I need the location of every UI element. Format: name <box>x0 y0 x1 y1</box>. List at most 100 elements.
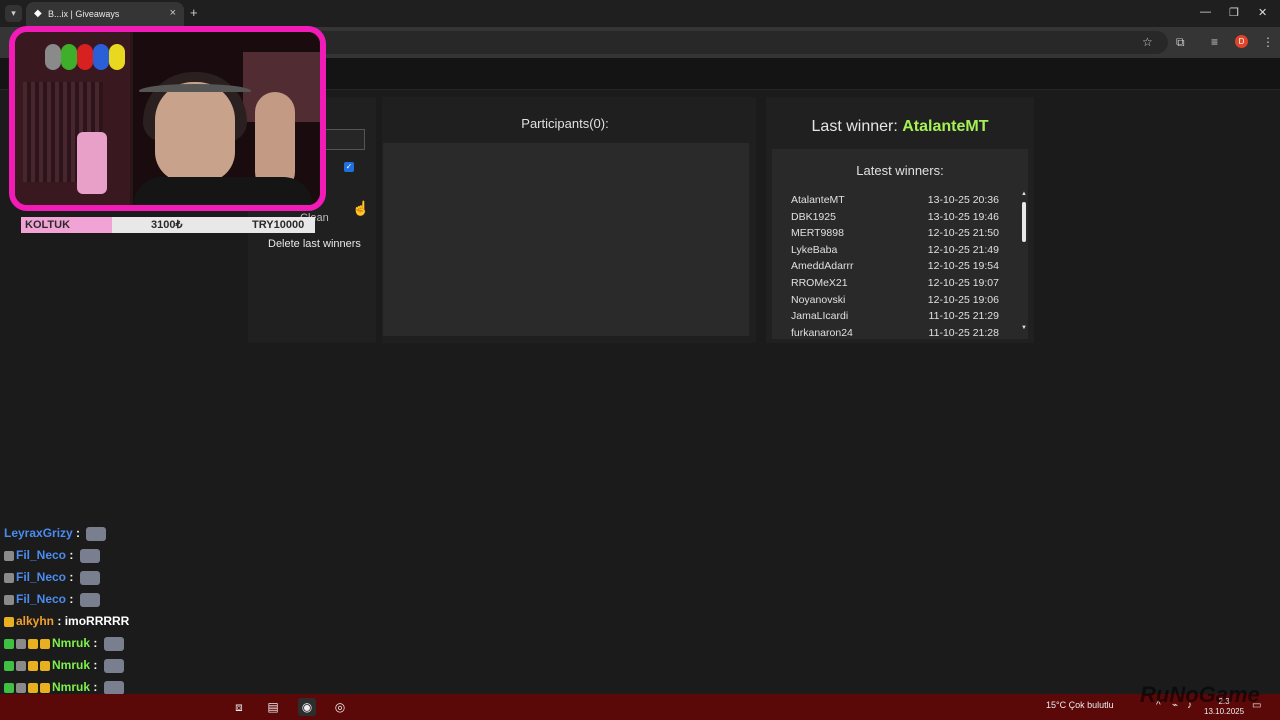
chat-username: Nmruk <box>52 658 91 672</box>
latest-winners-list[interactable]: AtalanteMT 13-10-25 20:36 DBK1925 13-10-25 … <box>791 192 1005 337</box>
latest-winners-box: Latest winners: AtalanteMT 13-10-25 20:36… <box>772 149 1028 339</box>
subscribers-only-checkbox[interactable]: ✓ <box>344 162 354 172</box>
webcam-overlay <box>9 26 326 211</box>
winner-row: Noyanovski 12-10-25 19:06 <box>791 292 1005 309</box>
winners-scrollbar[interactable]: ▲ ▼ <box>1020 191 1028 333</box>
site-favicon-icon: ◆ <box>34 8 42 19</box>
scroll-up-arrow-icon[interactable]: ▲ <box>1021 191 1027 197</box>
winner-name: Noyanovski <box>791 293 846 306</box>
winner-name: LykeBaba <box>791 243 838 256</box>
new-tab-button[interactable]: + <box>190 5 198 20</box>
participants-title: Participants(0): <box>521 116 609 131</box>
chat-emote-icon <box>103 680 124 695</box>
delete-last-winners-button[interactable]: Delete last winners <box>262 234 367 254</box>
task-view-icon[interactable]: ⧈ <box>230 698 248 716</box>
chat-username: Fil_Neco <box>16 592 67 606</box>
chat-text: imoRRRRR <box>64 614 130 628</box>
mouse-cursor-icon: ☝ <box>352 200 370 216</box>
webcam-pink-bottle <box>77 132 107 194</box>
chat-message: alkyhn : imoRRRRR <box>4 610 129 632</box>
scroll-down-arrow-icon[interactable]: ▼ <box>1021 325 1027 331</box>
chat-username: Nmruk <box>52 636 91 650</box>
chrome-menu-icon[interactable]: ⋮ <box>1262 35 1274 49</box>
tab-title: B...ix | Giveaways <box>48 9 120 19</box>
last-winner-heading: Last winner: AtalanteMT <box>766 118 1034 136</box>
screen: ▾ ◆ B...ix | Giveaways × + — ❐ ✕ ☆ ⧉ ≡ ⋮… <box>0 0 1280 720</box>
scroll-thumb[interactable] <box>1022 202 1026 242</box>
goal-current-amount: 3100₺ <box>151 219 183 231</box>
chat-badge-icon <box>16 660 26 671</box>
file-explorer-icon[interactable]: ▤ <box>264 698 282 716</box>
chat-message: Fil_Neco : <box>4 566 100 588</box>
media-controls-icon[interactable]: ≡ <box>1211 35 1218 49</box>
goal-target-amount: TRY10000 <box>252 219 305 231</box>
extensions-icon[interactable]: ⧉ <box>1176 35 1185 49</box>
chat-badge-icon <box>28 682 38 693</box>
chat-emote-icon <box>79 592 100 607</box>
chat-emote-icon <box>103 658 124 673</box>
winner-date: 13-10-25 19:46 <box>927 210 999 223</box>
chat-username: Nmruk <box>52 680 91 694</box>
winner-date: 11-10-25 21:28 <box>928 326 999 337</box>
minimize-button[interactable]: — <box>1200 6 1211 18</box>
chat-emote-icon <box>86 526 107 541</box>
chat-emote-icon <box>79 548 100 563</box>
chat-badge-icon <box>40 660 50 671</box>
chat-username: LeyraxGrizy <box>4 526 73 540</box>
chat-username: alkyhn <box>16 614 55 628</box>
chat-emote-icon <box>79 570 100 585</box>
winner-date: 11-10-25 21:29 <box>928 310 999 323</box>
chat-message: LeyraxGrizy : <box>4 522 107 544</box>
chat-badge-icon <box>4 660 14 671</box>
chat-emote-icon <box>103 636 124 651</box>
winner-name: DBK1925 <box>791 210 836 223</box>
chat-badge-icon <box>4 550 14 561</box>
winner-row: DBK1925 13-10-25 19:46 <box>791 209 1005 226</box>
weather-widget[interactable]: 15°C Çok bulutlu <box>1046 700 1114 710</box>
winner-date: 12-10-25 21:50 <box>927 227 999 240</box>
stream-chat-overlay: LeyraxGrizy : Fil_Neco : Fil_Neco : Fil_… <box>0 522 300 720</box>
chat-badge-icon <box>4 572 14 583</box>
obs-taskbar-icon[interactable]: ◎ <box>331 698 349 716</box>
chat-badge-icon <box>4 616 14 627</box>
goal-item-label: KOLTUK <box>25 219 71 231</box>
winner-date: 12-10-25 21:49 <box>927 243 999 256</box>
bookmark-star-icon[interactable]: ☆ <box>1142 35 1153 49</box>
last-winner-name: AtalanteMT <box>902 118 989 135</box>
tab-close-button[interactable]: × <box>170 7 176 19</box>
winner-row: MERT9898 12-10-25 21:50 <box>791 225 1005 242</box>
winner-date: 12-10-25 19:07 <box>927 276 999 289</box>
close-window-button[interactable]: ✕ <box>1258 6 1267 19</box>
winner-name: AtalanteMT <box>791 194 845 206</box>
chat-badge-icon <box>16 682 26 693</box>
restore-button[interactable]: ❐ <box>1229 6 1239 19</box>
winner-name: AmeddAdarrr <box>791 260 854 273</box>
donation-goal-bar: KOLTUK 3100₺ TRY10000 <box>21 217 315 233</box>
participants-list[interactable] <box>383 143 749 336</box>
winner-name: RROMeX21 <box>791 276 848 289</box>
browser-tab-bar: ▾ ◆ B...ix | Giveaways × + — ❐ ✕ <box>0 0 1280 27</box>
winner-name: JamaLIcardi <box>791 310 849 323</box>
webcam-figurines <box>45 44 135 72</box>
tab-giveaways[interactable]: ◆ B...ix | Giveaways × <box>26 2 184 27</box>
winner-name: MERT9898 <box>791 227 844 240</box>
chat-username: Fil_Neco <box>16 570 67 584</box>
winner-row: AmeddAdarrr 12-10-25 19:54 <box>791 258 1005 275</box>
last-winner-prefix: Last winner: <box>811 118 903 135</box>
winner-date: 12-10-25 19:06 <box>927 293 999 306</box>
runogame-watermark: RuNoGame <box>1140 682 1260 707</box>
chat-message: Nmruk : <box>4 632 124 654</box>
chrome-taskbar-icon[interactable]: ◉ <box>298 698 316 716</box>
winner-row: AtalanteMT 13-10-25 20:36 <box>791 192 1005 209</box>
webcam-person-body <box>133 177 313 205</box>
winner-row: JamaLIcardi 11-10-25 21:29 <box>791 308 1005 325</box>
participants-panel: Participants(0): <box>382 97 756 343</box>
chat-badge-icon <box>28 660 38 671</box>
tab-search-button[interactable]: ▾ <box>5 5 22 22</box>
profile-avatar[interactable]: D <box>1235 35 1248 48</box>
chat-badge-icon <box>4 682 14 693</box>
winners-panel: Last winner: AtalanteMT Latest winners: … <box>766 97 1034 343</box>
winner-date: 13-10-25 20:36 <box>927 194 999 206</box>
chat-badge-icon <box>40 682 50 693</box>
webcam-headset <box>139 84 251 98</box>
